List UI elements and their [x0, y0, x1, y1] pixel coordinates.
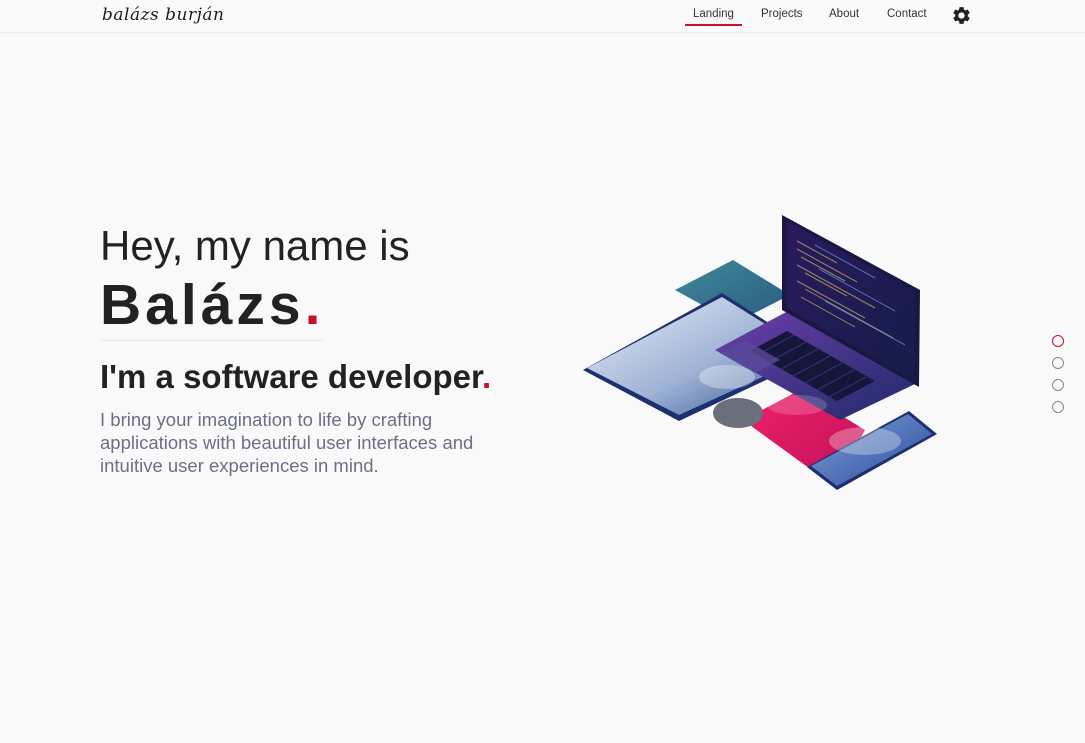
- nav-about[interactable]: About: [829, 8, 859, 20]
- site-logo[interactable]: balázs burján: [102, 5, 225, 25]
- section-dot-2[interactable]: [1052, 357, 1064, 369]
- hero-role-title: software developer: [183, 358, 483, 395]
- hero-name: Balázs.: [100, 272, 325, 341]
- nav-projects[interactable]: Projects: [761, 8, 803, 20]
- hero-name-text: Balázs: [100, 273, 305, 337]
- section-dot-1[interactable]: [1052, 335, 1064, 347]
- hero-role: I'm a software developer.: [100, 358, 491, 396]
- top-navbar: balázs burján Landing Projects About Con…: [0, 0, 1085, 33]
- isometric-devices-illustration: [575, 205, 945, 500]
- nav-landing[interactable]: Landing: [685, 8, 742, 26]
- nav-contact[interactable]: Contact: [887, 8, 927, 20]
- hero-name-dot: .: [304, 273, 325, 337]
- hero-role-dot: .: [482, 358, 492, 395]
- hero-role-prefix: I'm a: [100, 358, 184, 395]
- gear-icon[interactable]: [951, 5, 972, 26]
- landing-page: balázs burján Landing Projects About Con…: [0, 0, 1085, 743]
- section-pager: [1052, 335, 1066, 415]
- section-dot-3[interactable]: [1052, 379, 1064, 391]
- hero-greeting: Hey, my name is: [100, 222, 410, 269]
- section-dot-4[interactable]: [1052, 401, 1064, 413]
- hero-description: I bring your imagination to life by craf…: [100, 409, 474, 476]
